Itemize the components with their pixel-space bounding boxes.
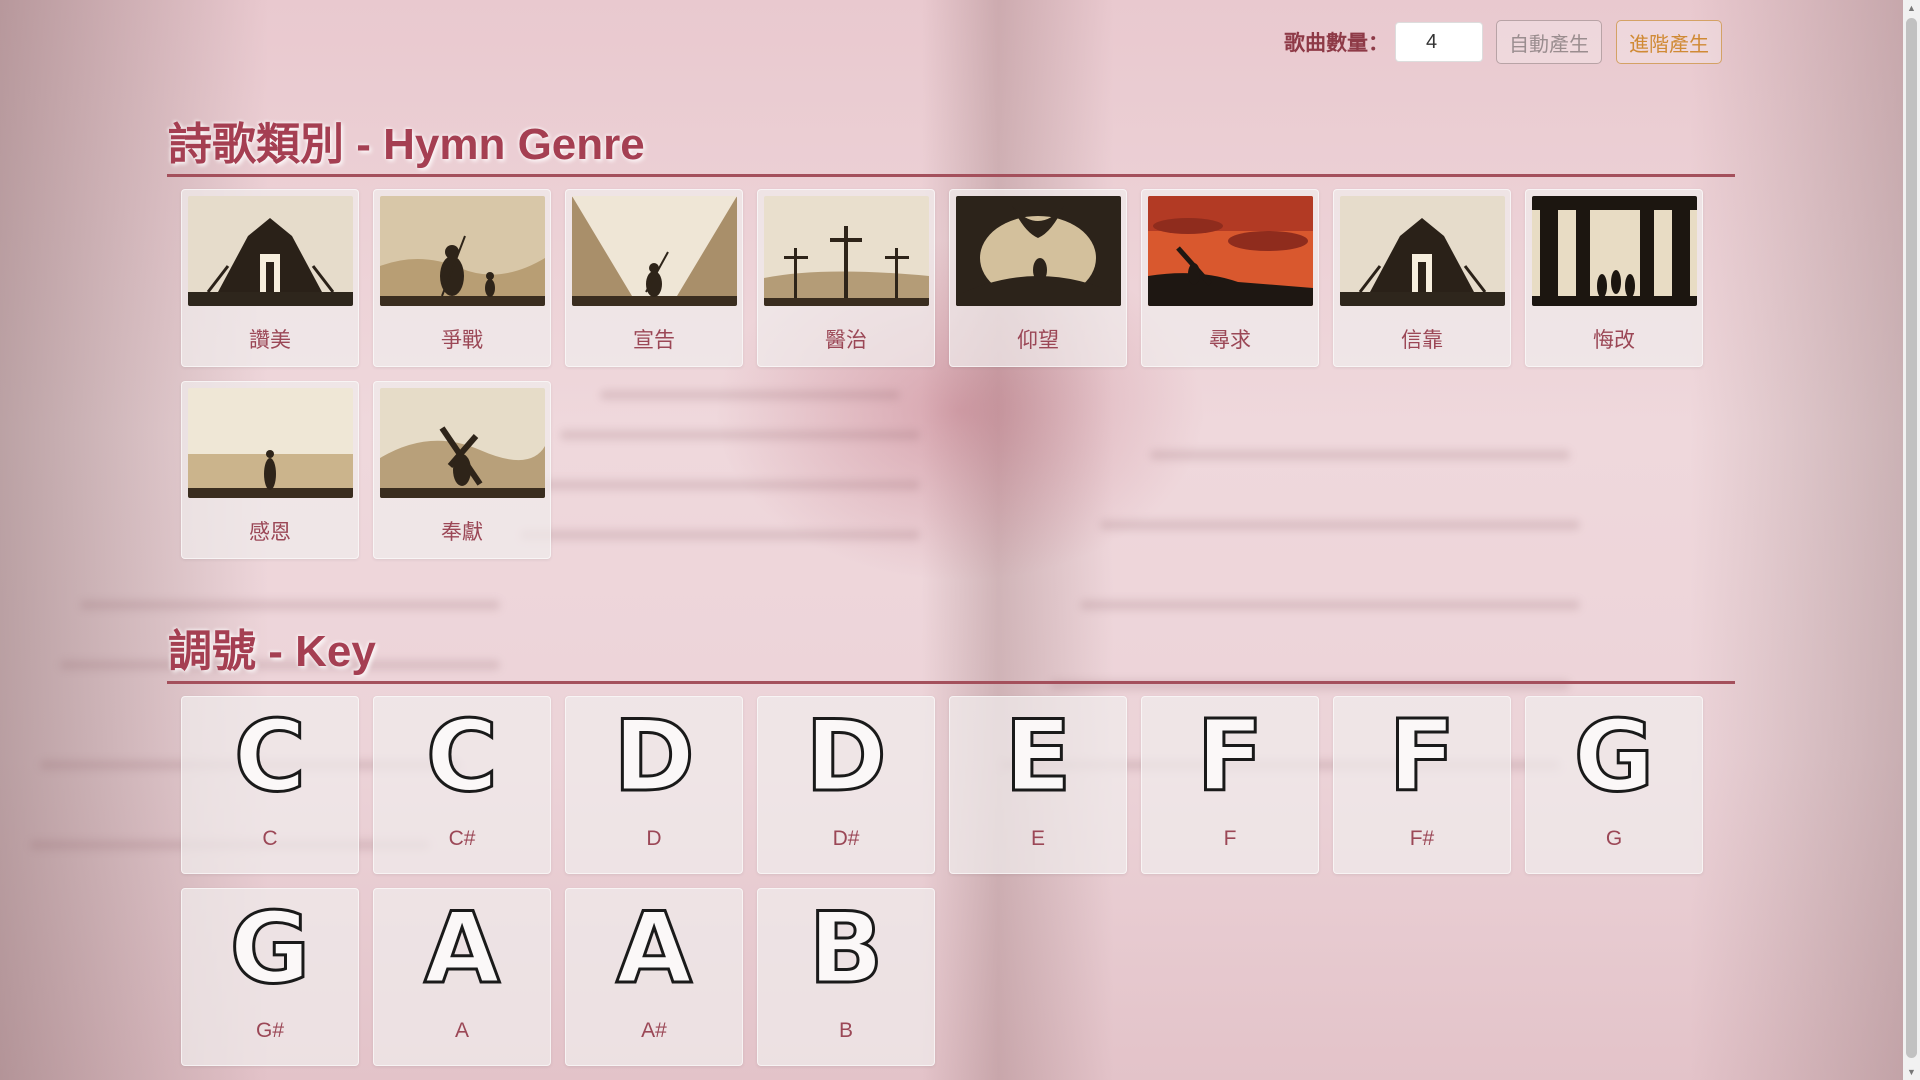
- key-label: C#: [448, 827, 476, 850]
- key-label: E: [1030, 827, 1045, 850]
- genre-card[interactable]: 尋求: [1141, 189, 1319, 367]
- scroll-down-arrow-icon[interactable]: ▼: [1903, 1064, 1920, 1080]
- key-letter-icon: A: [615, 892, 694, 1006]
- key-card[interactable]: A A#: [565, 888, 743, 1066]
- key-label: B: [838, 1019, 853, 1042]
- genre-label: 尋求: [1209, 329, 1251, 352]
- key-card[interactable]: EE: [949, 696, 1127, 874]
- generator-controls: 歌曲數量： 自動產生 進階產生: [1284, 20, 1722, 64]
- genre-card[interactable]: 悔改: [1525, 189, 1703, 367]
- three-crosses-image: [763, 196, 929, 306]
- auto-generate-button[interactable]: 自動產生: [1496, 20, 1602, 64]
- genre-card[interactable]: 讚美: [181, 189, 359, 367]
- genre-label: 讚美: [249, 329, 291, 352]
- genre-card[interactable]: 奉獻: [373, 381, 551, 559]
- key-letter-icon: B: [807, 892, 885, 1006]
- genre-label: 悔改: [1593, 329, 1635, 352]
- key-label: F#: [1409, 827, 1435, 850]
- key-card[interactable]: DD: [565, 696, 743, 874]
- scroll-up-arrow-icon[interactable]: ▲: [1903, 0, 1920, 16]
- key-letter-icon: C: [233, 700, 308, 814]
- key-card[interactable]: AA: [373, 888, 551, 1066]
- genre-card[interactable]: 醫治: [757, 189, 935, 367]
- genre-label: 仰望: [1017, 329, 1059, 352]
- key-letter-icon: G: [228, 892, 311, 1006]
- ark-silhouette-image: [1339, 196, 1505, 306]
- david-goliath-image: [379, 196, 545, 306]
- cross-bearer-hills-image: [379, 388, 545, 498]
- genre-card[interactable]: 爭戰: [373, 189, 551, 367]
- key-card[interactable]: D D#: [757, 696, 935, 874]
- genre-card[interactable]: 仰望: [949, 189, 1127, 367]
- key-label: G: [1605, 827, 1623, 850]
- scrollbar-thumb[interactable]: [1906, 18, 1917, 1058]
- harvest-field-image: [187, 388, 353, 498]
- genre-card[interactable]: 宣告: [565, 189, 743, 367]
- jonah-whale-image: [955, 196, 1121, 306]
- genre-card[interactable]: 感恩: [181, 381, 359, 559]
- key-letter-icon: F: [1387, 700, 1457, 814]
- cross-bearer-sunset-image: [1147, 196, 1313, 306]
- key-letter-icon: A: [423, 892, 502, 1006]
- key-card[interactable]: FF: [1141, 696, 1319, 874]
- genre-divider: [167, 174, 1735, 177]
- key-label: D#: [832, 827, 860, 850]
- advanced-generate-button[interactable]: 進階產生: [1616, 20, 1722, 64]
- key-letter-icon: C: [425, 700, 500, 814]
- key-letter-icon: D: [804, 700, 888, 814]
- key-card[interactable]: CC: [181, 696, 359, 874]
- vertical-scrollbar[interactable]: ▲ ▼: [1903, 0, 1920, 1080]
- key-letter-icon: F: [1195, 700, 1265, 814]
- key-label: A#: [641, 1019, 667, 1042]
- song-count-label: 歌曲數量：: [1284, 32, 1389, 55]
- key-section-title: 調號 - Key: [168, 627, 376, 676]
- key-letter-icon: G: [1572, 700, 1655, 814]
- genre-label: 奉獻: [441, 521, 483, 544]
- genre-label: 宣告: [633, 329, 675, 352]
- genre-section-title: 詩歌類別 - Hymn Genre: [168, 120, 645, 169]
- key-letter-icon: E: [1003, 700, 1073, 814]
- genre-label: 爭戰: [441, 329, 483, 352]
- genre-grid: 讚美 爭戰 宣告 醫治 仰望 尋求 信靠 悔改感恩 奉獻: [181, 189, 1703, 559]
- ark-silhouette-image: [187, 196, 353, 306]
- key-label: A: [454, 1019, 469, 1042]
- key-label: F: [1223, 827, 1237, 850]
- key-letter-icon: D: [612, 700, 696, 814]
- genre-label: 醫治: [825, 329, 867, 352]
- key-card[interactable]: BB: [757, 888, 935, 1066]
- key-label: C: [262, 827, 278, 850]
- genre-card[interactable]: 信靠: [1333, 189, 1511, 367]
- fiery-furnace-image: [1531, 196, 1697, 306]
- key-label: D: [646, 827, 662, 850]
- key-grid: C C C C# D D D D# E E F F F F# G G G G# A A A A# B B: [181, 696, 1703, 1066]
- key-card[interactable]: C C#: [373, 696, 551, 874]
- warrior-valley-image: [571, 196, 737, 306]
- key-card[interactable]: G G#: [181, 888, 359, 1066]
- genre-label: 感恩: [249, 521, 291, 544]
- key-divider: [167, 681, 1735, 684]
- genre-label: 信靠: [1401, 329, 1443, 352]
- key-card[interactable]: GG: [1525, 696, 1703, 874]
- song-count-input[interactable]: [1395, 22, 1483, 62]
- key-label: G#: [255, 1019, 284, 1042]
- key-card[interactable]: F F#: [1333, 696, 1511, 874]
